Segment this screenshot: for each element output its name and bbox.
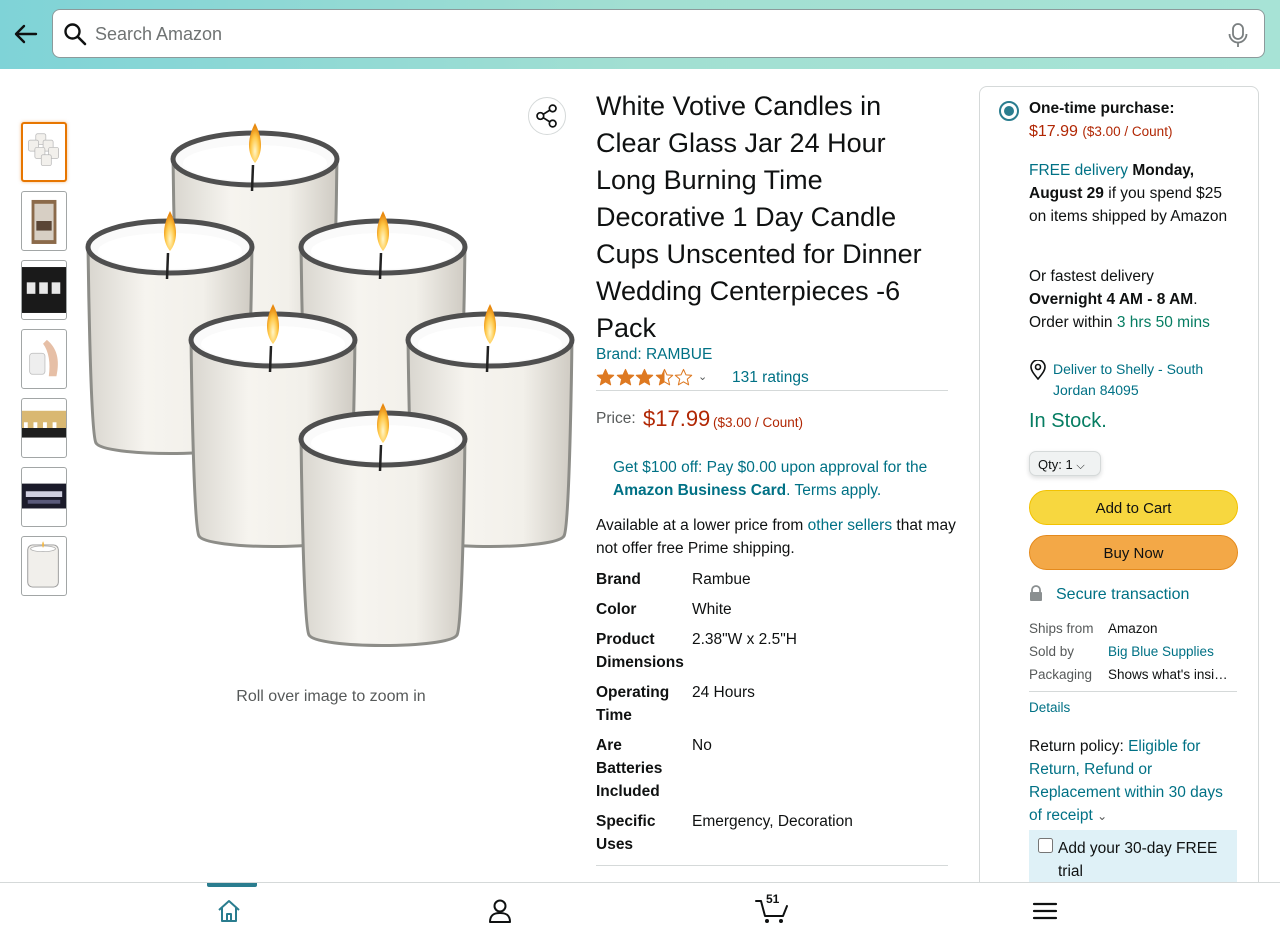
- thumbnail-1[interactable]: [21, 122, 67, 182]
- spec-key: Specific Uses: [596, 813, 656, 853]
- free-delivery-link[interactable]: FREE delivery: [1029, 162, 1128, 179]
- thumbnail-7[interactable]: [21, 536, 67, 596]
- chevron-down-icon[interactable]: ⌄: [1097, 809, 1107, 823]
- prime-trial-box: Add your 30-day FREE trial: [1029, 830, 1237, 890]
- spec-value: 2.38"W x 2.5"H: [692, 631, 797, 648]
- details-link[interactable]: Details: [1029, 700, 1070, 715]
- menu-icon[interactable]: [1031, 897, 1059, 925]
- spec-value: Emergency, Decoration: [692, 813, 853, 830]
- microphone-icon[interactable]: [1226, 22, 1250, 48]
- location-pin-icon: [1030, 360, 1046, 380]
- star-icon: [674, 368, 693, 385]
- price-label: Price:: [596, 410, 636, 427]
- divider: [1029, 691, 1237, 692]
- product-title: White Votive Candles in Clear Glass Jar …: [596, 91, 922, 343]
- home-icon[interactable]: [215, 897, 243, 925]
- spec-value: No: [692, 737, 712, 754]
- lower-price-notice: Available at a lower price from other se…: [596, 517, 956, 557]
- account-icon[interactable]: [486, 897, 514, 925]
- ships-from-value: Amazon: [1108, 621, 1158, 636]
- product-image[interactable]: [80, 95, 580, 655]
- product-price: $17.99: [643, 406, 711, 431]
- thumbnail-6[interactable]: [21, 467, 67, 527]
- spec-key: Color: [596, 601, 637, 618]
- star-icon: [596, 368, 615, 385]
- active-tab-indicator: [207, 883, 257, 887]
- delivery-info: FREE delivery Monday, August 29 if you s…: [1029, 162, 1228, 225]
- brand-link[interactable]: Brand: RAMBUE: [596, 346, 712, 364]
- star-icon: [655, 368, 673, 385]
- purchase-option-label: One-time purchase:: [1029, 100, 1175, 117]
- share-button[interactable]: [528, 97, 566, 135]
- cart-count-badge: 51: [766, 892, 780, 906]
- return-policy: Return policy: Eligible for Return, Refu…: [1029, 738, 1223, 824]
- sold-by-link[interactable]: Big Blue Supplies: [1108, 644, 1233, 659]
- chevron-down-icon[interactable]: ⌄: [698, 370, 707, 383]
- spec-key: Brand: [596, 571, 641, 588]
- unit-price: ($3.00 / Count): [713, 415, 804, 430]
- thumbnail-3[interactable]: [21, 260, 67, 320]
- spec-value: Rambue: [692, 571, 751, 588]
- star-icon: [635, 368, 654, 385]
- spec-value: White: [692, 601, 732, 618]
- add-to-cart-button[interactable]: Add to Cart: [1029, 490, 1238, 525]
- fastest-delivery: Or fastest delivery Overnight 4 AM - 8 AM…: [1029, 268, 1210, 331]
- thumbnail-2[interactable]: [21, 191, 67, 251]
- bottom-nav: [0, 882, 1280, 937]
- packaging-value: Shows what's insi…: [1108, 667, 1228, 682]
- quantity-select[interactable]: Qty: 1 ⌵: [1029, 451, 1101, 476]
- prime-trial-label[interactable]: Add your 30-day FREE trial: [1058, 837, 1228, 883]
- deliver-to-link[interactable]: Deliver to Shelly - South Jordan 84095: [1053, 359, 1233, 401]
- prime-trial-checkbox[interactable]: [1038, 838, 1053, 853]
- secure-transaction-link[interactable]: Secure transaction: [1056, 586, 1189, 604]
- divider: [596, 865, 948, 866]
- spec-value: 24 Hours: [692, 684, 755, 701]
- share-icon: [536, 104, 557, 128]
- star-icon: [616, 368, 634, 385]
- search-bar[interactable]: [52, 9, 1265, 58]
- business-card-promo[interactable]: Get $100 off: Pay $0.00 upon approval fo…: [613, 456, 933, 502]
- zoom-hint: Roll over image to zoom in: [236, 688, 426, 705]
- spec-key: Are Batteries Included: [596, 737, 663, 800]
- other-sellers-link[interactable]: other sellers: [808, 517, 892, 534]
- sold-by-label: Sold by: [1029, 644, 1075, 659]
- packaging-label: Packaging: [1029, 667, 1093, 682]
- star-rating[interactable]: [596, 367, 694, 387]
- search-icon[interactable]: [63, 22, 87, 46]
- one-time-purchase-radio[interactable]: [999, 101, 1019, 121]
- ships-from-label: Ships from: [1029, 621, 1094, 636]
- search-input[interactable]: [95, 20, 1195, 48]
- thumbnail-4[interactable]: [21, 329, 67, 389]
- buybox-price: $17.99 ($3.00 / Count): [1029, 123, 1173, 140]
- top-bar: [0, 0, 1280, 69]
- divider: [596, 390, 948, 391]
- ratings-count-link[interactable]: 131 ratings: [732, 369, 809, 387]
- lock-icon: [1030, 585, 1042, 601]
- stock-status: In Stock.: [1029, 410, 1107, 432]
- chevron-down-icon: ⌵: [1076, 460, 1085, 472]
- back-arrow-icon[interactable]: [12, 20, 40, 48]
- thumbnail-5[interactable]: [21, 398, 67, 458]
- spec-key: Operating Time: [596, 684, 670, 724]
- buy-now-button[interactable]: Buy Now: [1029, 535, 1238, 570]
- spec-key: Product Dimensions: [596, 631, 684, 671]
